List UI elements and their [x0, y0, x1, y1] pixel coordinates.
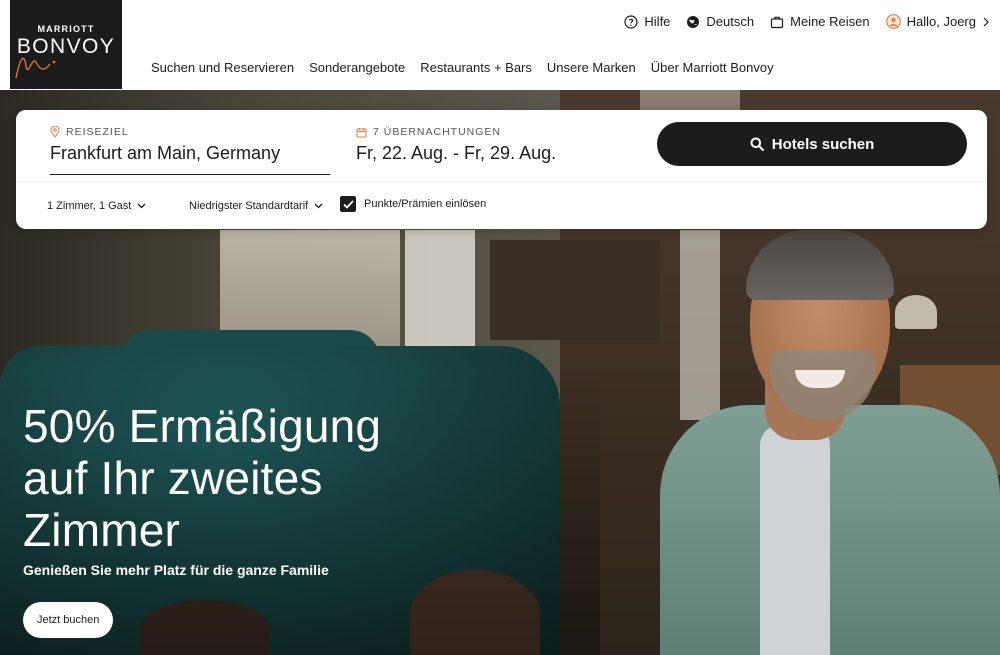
promo-subline: Genießen Sie mehr Platz für die ganze Fa…	[23, 562, 329, 578]
destination-input[interactable]: Frankfurt am Main, Germany	[50, 143, 320, 168]
dates-field[interactable]: 7 ÜBERNACHTUNGEN Fr, 22. Aug. - Fr, 29. …	[356, 126, 556, 164]
destination-label: REISEZIEL	[66, 126, 129, 138]
chevron-down-icon	[137, 203, 146, 209]
globe-icon	[687, 15, 700, 28]
book-now-button[interactable]: Jetzt buchen	[23, 602, 114, 638]
hotel-search-widget: REISEZIEL Frankfurt am Main, Germany 7 Ü…	[16, 110, 987, 229]
location-pin-icon	[50, 126, 60, 138]
my-trips-link[interactable]: Meine Reisen	[770, 14, 870, 29]
promo-headline: 50% Ermäßigung auf Ihr zweites Zimmer	[23, 400, 382, 556]
search-options-row: 1 Zimmer, 1 Gast Niedrigster Standardtar…	[16, 182, 987, 229]
logo-line-1: MARRIOTT	[37, 24, 95, 34]
destination-underline	[50, 174, 330, 175]
my-trips-label: Meine Reisen	[790, 14, 870, 29]
language-selector[interactable]: Deutsch	[686, 14, 754, 29]
help-link[interactable]: Hilfe	[624, 14, 670, 29]
greeting-label: Hallo, Joerg	[906, 14, 976, 29]
dates-input[interactable]: Fr, 22. Aug. - Fr, 29. Aug.	[356, 143, 556, 164]
background-fireplace	[490, 240, 660, 340]
chevron-right-icon	[983, 17, 989, 26]
search-hotels-label: Hotels suchen	[771, 135, 875, 153]
utility-nav: Hilfe Deutsch Meine Reisen Hallo, Joerg	[624, 14, 990, 29]
rooms-guests-dropdown[interactable]: 1 Zimmer, 1 Gast	[47, 200, 146, 212]
promo-block: 50% Ermäßigung auf Ihr zweites Zimmer Ge…	[23, 400, 453, 578]
use-points-checkbox[interactable]	[340, 196, 356, 212]
site-header: MARRIOTT BONVOY Hilfe Deutsch Meine Reis…	[0, 0, 1000, 90]
smiling-man-photo	[660, 230, 1000, 655]
destination-field[interactable]: REISEZIEL Frankfurt am Main, Germany	[50, 126, 320, 168]
use-points-label: Punkte/Prämien einlösen	[364, 198, 487, 210]
account-menu[interactable]: Hallo, Joerg	[885, 14, 990, 29]
search-hotels-button[interactable]: Hotels suchen	[657, 122, 967, 166]
dates-label-row: 7 ÜBERNACHTUNGEN	[356, 126, 556, 138]
man-hair	[746, 230, 894, 300]
man-shirt	[660, 405, 1000, 655]
help-label: Hilfe	[644, 14, 671, 29]
man-undershirt	[760, 425, 830, 655]
destination-label-row: REISEZIEL	[50, 126, 320, 138]
nav-our-brands[interactable]: Unsere Marken	[547, 60, 636, 75]
main-nav: Suchen und Reservieren Sonderangebote Re…	[151, 60, 774, 75]
nav-about-bonvoy[interactable]: Über Marriott Bonvoy	[651, 60, 774, 75]
rate-value: Niedrigster Standardtarif	[189, 200, 309, 212]
search-icon	[750, 137, 764, 151]
marriott-bonvoy-logo[interactable]: MARRIOTT BONVOY	[10, 0, 122, 89]
help-icon	[624, 14, 639, 29]
language-label: Deutsch	[706, 14, 755, 29]
use-points-option[interactable]: Punkte/Prämien einlösen	[340, 196, 486, 212]
nav-search-reserve[interactable]: Suchen und Reservieren	[151, 60, 294, 75]
checkmark-icon	[342, 199, 354, 209]
search-top-row: REISEZIEL Frankfurt am Main, Germany 7 Ü…	[16, 110, 987, 182]
nav-special-offers[interactable]: Sonderangebote	[309, 60, 405, 75]
avatar-icon	[885, 14, 901, 29]
suitcase-icon	[771, 16, 784, 28]
nights-label: 7 ÜBERNACHTUNGEN	[373, 126, 502, 138]
logo-script-mark	[15, 57, 56, 79]
nav-restaurants-bars[interactable]: Restaurants + Bars	[420, 60, 532, 75]
rooms-guests-value: 1 Zimmer, 1 Gast	[47, 200, 132, 212]
chevron-down-icon	[314, 203, 323, 209]
calendar-icon	[356, 127, 367, 137]
rate-dropdown[interactable]: Niedrigster Standardtarif	[189, 200, 323, 212]
